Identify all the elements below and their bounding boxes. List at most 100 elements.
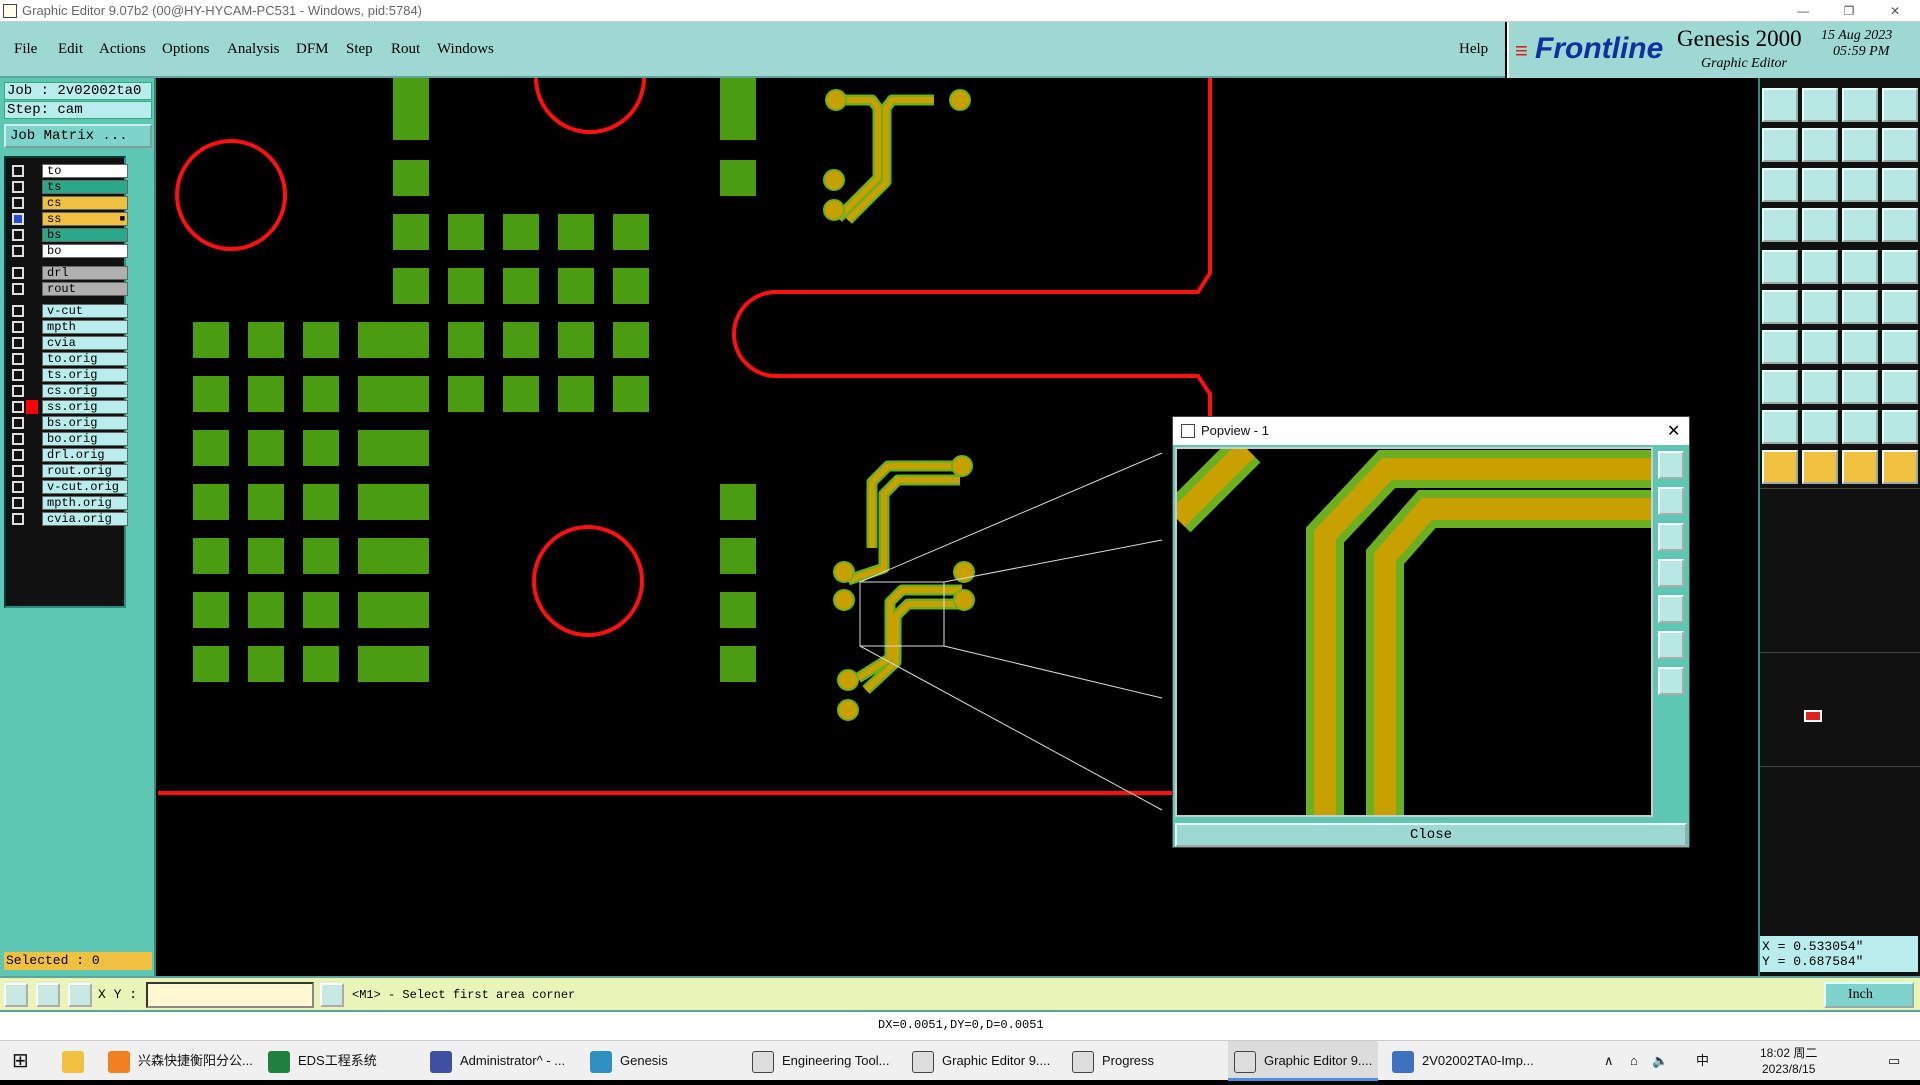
layer-item-bs.orig[interactable]: bs.orig bbox=[42, 416, 128, 430]
diag-icon[interactable] bbox=[1802, 330, 1838, 364]
arc-icon[interactable] bbox=[1842, 330, 1878, 364]
ratio-icon[interactable] bbox=[1842, 168, 1878, 202]
ime-indicator[interactable]: 中 bbox=[1696, 1041, 1709, 1081]
slope-icon[interactable] bbox=[1762, 330, 1798, 364]
measure-icon[interactable] bbox=[36, 983, 60, 1007]
pointer4-icon[interactable] bbox=[1882, 450, 1918, 484]
bottom-icon[interactable] bbox=[1802, 88, 1838, 122]
layer-item-rout.orig[interactable]: rout.orig bbox=[42, 464, 128, 478]
grid-icon[interactable] bbox=[1802, 208, 1838, 242]
menu-step[interactable]: Step bbox=[346, 41, 373, 58]
circle-icon[interactable] bbox=[1762, 250, 1798, 284]
top-icon[interactable] bbox=[1762, 88, 1798, 122]
layer-checkbox[interactable] bbox=[12, 481, 24, 493]
layer-item-v-cut.orig[interactable]: v-cut.orig bbox=[42, 480, 128, 494]
tray-chevron-icon[interactable]: ∧ bbox=[1604, 1041, 1614, 1081]
xy-input[interactable] bbox=[146, 982, 314, 1008]
layer-item-to.orig[interactable]: to.orig bbox=[42, 352, 128, 366]
pointer2-icon[interactable] bbox=[1802, 450, 1838, 484]
flip-icon[interactable] bbox=[1842, 128, 1878, 162]
layer-item-drl[interactable]: drl bbox=[42, 266, 128, 280]
volume-icon[interactable]: 🔈 bbox=[1652, 1041, 1668, 1081]
layers-icon[interactable] bbox=[1842, 208, 1878, 242]
minus-icon[interactable] bbox=[1802, 370, 1838, 404]
pointer3-icon[interactable] bbox=[1842, 450, 1878, 484]
task-item[interactable]: Administrator^ - ... bbox=[430, 1041, 580, 1081]
menu-options[interactable]: Options bbox=[162, 41, 210, 58]
popview-tool-icon[interactable] bbox=[1658, 451, 1684, 479]
home-icon[interactable] bbox=[1842, 88, 1878, 122]
menu-analysis[interactable]: Analysis bbox=[227, 41, 280, 58]
dot-icon[interactable] bbox=[1882, 250, 1918, 284]
menu-help[interactable]: Help bbox=[1459, 41, 1488, 58]
restore-button[interactable]: ❐ bbox=[1826, 0, 1872, 22]
layer-checkbox[interactable] bbox=[12, 283, 24, 295]
shape-icon[interactable] bbox=[1762, 370, 1798, 404]
task-item[interactable]: Engineering Tool... bbox=[752, 1041, 902, 1081]
popview-window[interactable]: Popview - 1 ✕ Close bbox=[1172, 416, 1690, 848]
layer-checkbox[interactable] bbox=[12, 417, 24, 429]
layer-checkbox[interactable] bbox=[12, 337, 24, 349]
cross-icon[interactable] bbox=[1802, 290, 1838, 324]
start-button-icon[interactable]: ⊞ bbox=[12, 1041, 29, 1081]
right-icon[interactable] bbox=[1802, 128, 1838, 162]
layer-checkbox[interactable] bbox=[12, 465, 24, 477]
layer-checkbox[interactable] bbox=[12, 229, 24, 241]
menu-dfm[interactable]: DFM bbox=[296, 41, 329, 58]
split2-icon[interactable] bbox=[1882, 330, 1918, 364]
layer-item-ss.orig[interactable]: ss.orig bbox=[42, 400, 128, 414]
rotate-icon[interactable] bbox=[1762, 208, 1798, 242]
pointer-icon[interactable] bbox=[1762, 450, 1798, 484]
layer-item-bs[interactable]: bs bbox=[42, 228, 128, 242]
grid-icon[interactable] bbox=[68, 983, 92, 1007]
layer-checkbox[interactable] bbox=[12, 321, 24, 333]
close-window-button[interactable]: ✕ bbox=[1872, 0, 1918, 22]
task-item[interactable]: Graphic Editor 9.... bbox=[912, 1041, 1062, 1081]
layer-checkbox[interactable] bbox=[12, 401, 24, 413]
layer-item-bo.orig[interactable]: bo.orig bbox=[42, 432, 128, 446]
cursor-mode-icon[interactable] bbox=[320, 983, 344, 1007]
minimize-button[interactable]: — bbox=[1780, 0, 1826, 22]
popview-fit-icon[interactable] bbox=[1658, 631, 1684, 659]
task-item-active[interactable]: Graphic Editor 9.... bbox=[1228, 1041, 1378, 1081]
layer-checkbox[interactable] bbox=[12, 165, 24, 177]
menu-rout[interactable]: Rout bbox=[391, 41, 420, 58]
measure-icon[interactable] bbox=[1842, 370, 1878, 404]
layer-item-ts[interactable]: ts bbox=[42, 180, 128, 194]
popview-zoom-view[interactable] bbox=[1175, 447, 1653, 817]
layer-checkbox[interactable] bbox=[12, 369, 24, 381]
task-item[interactable]: Progress bbox=[1072, 1041, 1222, 1081]
layer-checkbox[interactable] bbox=[12, 433, 24, 445]
connect-icon[interactable] bbox=[1842, 290, 1878, 324]
popview-pan-right-icon[interactable] bbox=[1658, 595, 1684, 623]
layer-item-ss[interactable]: ss ■ bbox=[42, 212, 128, 226]
job-matrix-button[interactable]: Job Matrix ... bbox=[4, 124, 152, 148]
tri2-icon[interactable] bbox=[1802, 410, 1838, 444]
blocks-icon[interactable] bbox=[1882, 370, 1918, 404]
layer-checkbox[interactable] bbox=[12, 449, 24, 461]
popview-close-button[interactable]: Close bbox=[1175, 823, 1687, 847]
layer-checkbox[interactable] bbox=[12, 197, 24, 209]
layer-item-drl.orig[interactable]: drl.orig bbox=[42, 448, 128, 462]
popview-center-icon[interactable] bbox=[1658, 667, 1684, 695]
fit-icon[interactable] bbox=[1762, 168, 1798, 202]
menu-actions[interactable]: Actions bbox=[99, 41, 146, 58]
ruler-icon[interactable] bbox=[1842, 250, 1878, 284]
notification-icon[interactable]: ▭ bbox=[1888, 1041, 1900, 1081]
help-icon[interactable] bbox=[1882, 168, 1918, 202]
snap-icon[interactable] bbox=[4, 983, 28, 1007]
tri-icon[interactable] bbox=[1762, 410, 1798, 444]
layer-checkbox[interactable] bbox=[12, 245, 24, 257]
tri3-icon[interactable] bbox=[1842, 410, 1878, 444]
layer-checkbox[interactable] bbox=[12, 213, 24, 225]
file-explorer-icon[interactable] bbox=[62, 1041, 92, 1081]
layer-checkbox[interactable] bbox=[12, 513, 24, 525]
task-item[interactable]: EDS工程系统 bbox=[268, 1041, 418, 1081]
layer-checkbox[interactable] bbox=[12, 385, 24, 397]
layer-item-mpth.orig[interactable]: mpth.orig bbox=[42, 496, 128, 510]
menu-edit[interactable]: Edit bbox=[58, 41, 83, 58]
panel-icon[interactable] bbox=[1882, 88, 1918, 122]
split-icon[interactable] bbox=[1882, 128, 1918, 162]
task-item[interactable]: 兴森快捷衡阳分公... bbox=[108, 1041, 258, 1081]
popview-close-icon[interactable]: ✕ bbox=[1667, 421, 1680, 441]
